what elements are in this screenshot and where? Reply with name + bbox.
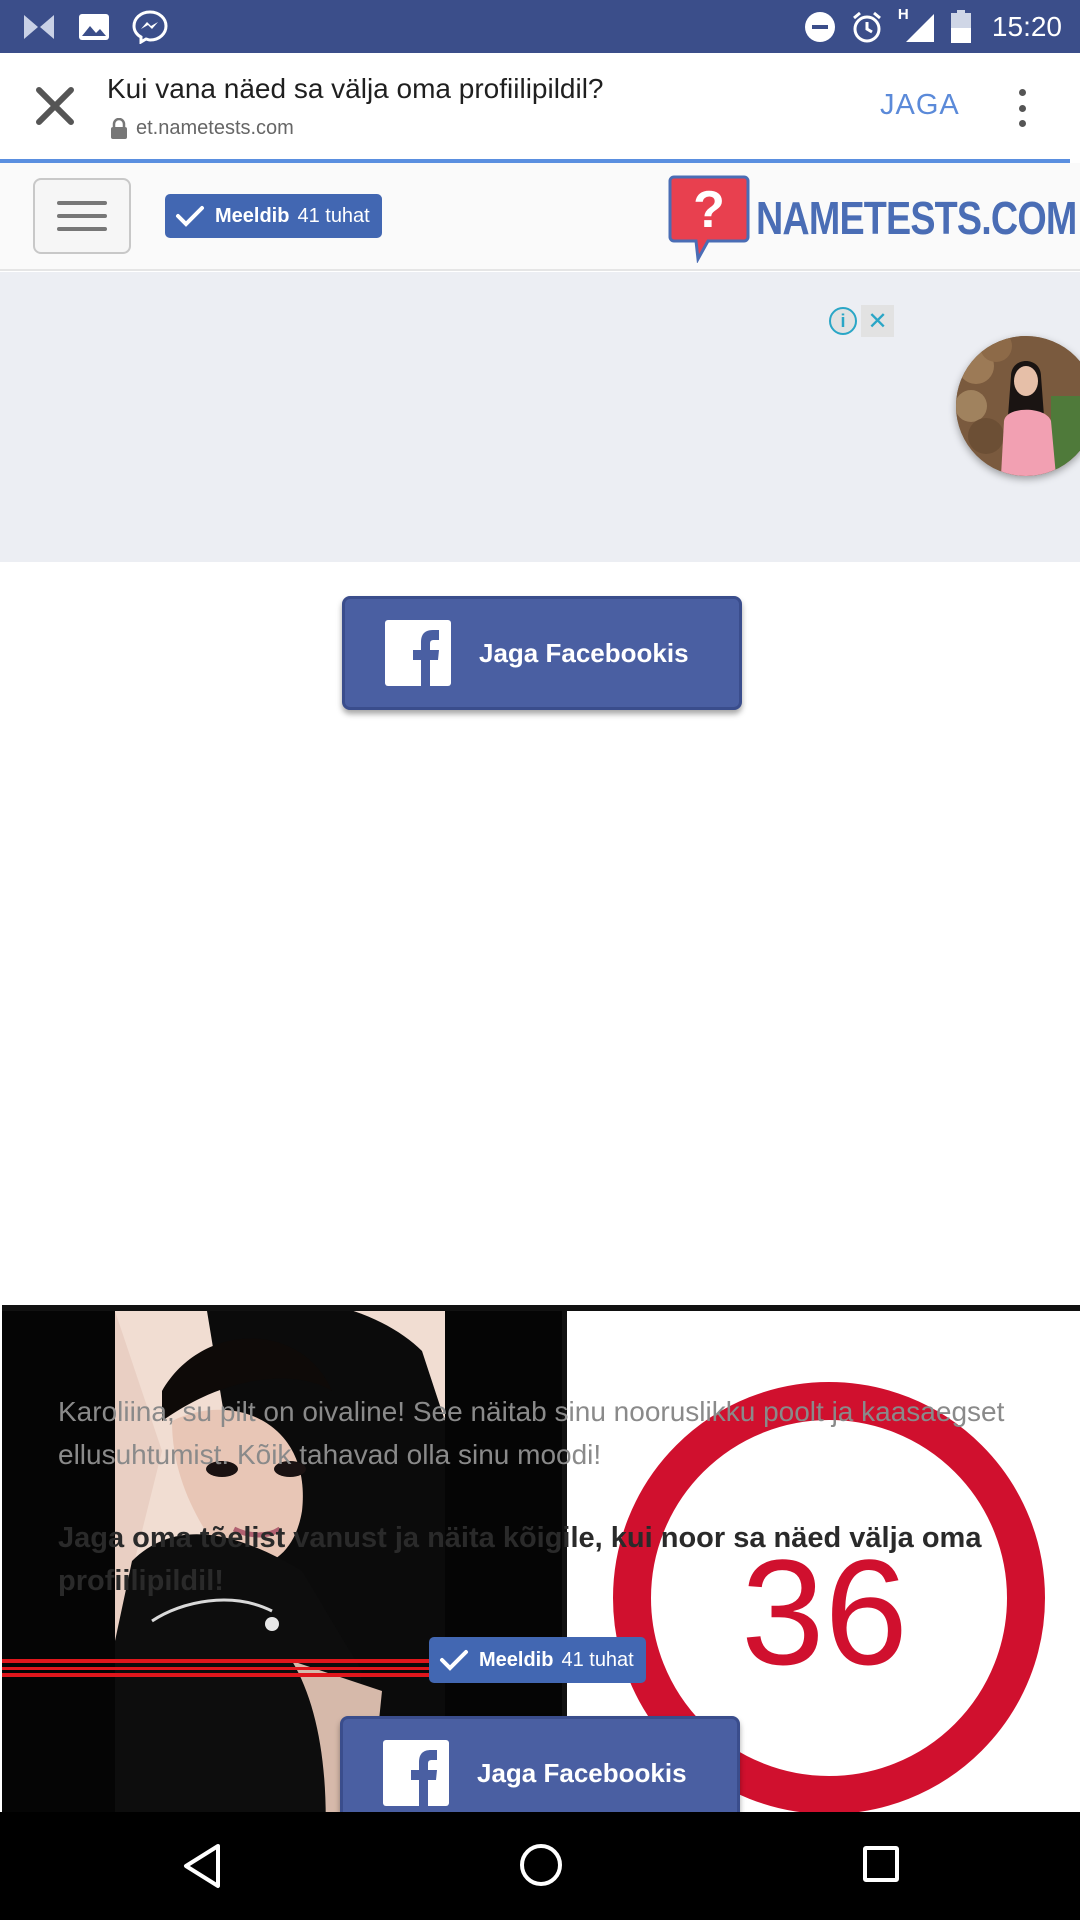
share-facebook-button[interactable]: Jaga Facebookis: [342, 596, 742, 710]
page-url: et.nametests.com: [110, 117, 294, 140]
logo-text: NAMETESTS.COM: [756, 192, 1077, 244]
hamburger-icon: [57, 201, 107, 205]
signal-icon: [905, 14, 934, 42]
recent-apps-icon[interactable]: [863, 1846, 899, 1882]
lock-icon: [111, 117, 127, 139]
url-text: et.nametests.com: [136, 117, 294, 139]
share-facebook-label: Jaga Facebookis: [477, 1757, 687, 1788]
avatar-photo: [956, 336, 1080, 476]
more-vert-icon: [1018, 89, 1026, 96]
like-label: Meeldib: [479, 1648, 554, 1671]
close-tab-button[interactable]: [30, 81, 80, 131]
menu-button[interactable]: [33, 178, 131, 254]
battery-icon: [950, 10, 971, 43]
do-not-disturb-icon: [804, 12, 835, 42]
alarm-icon: [852, 11, 881, 43]
facebook-like-button-2[interactable]: Meeldib 41 tuhat: [429, 1637, 646, 1683]
like-count: 41 tuhat: [297, 204, 370, 227]
facebook-icon: [383, 1740, 449, 1806]
like-label: Meeldib: [215, 204, 290, 227]
result-description: Karoliina, su pilt on oivaline! See näit…: [58, 1396, 1005, 1470]
like-count: 41 tuhat: [561, 1648, 634, 1671]
facebook-like-button[interactable]: Meeldib 41 tuhat: [165, 194, 382, 238]
close-icon: [36, 87, 74, 125]
site-header: Meeldib 41 tuhat ? NAMETESTS.COM: [0, 163, 1080, 271]
system-nav-bar: [0, 1812, 1080, 1920]
browser-tab-header: Kui vana näed sa välja oma profiilipildi…: [0, 53, 1080, 160]
result-card: Jaga Facebookis 36: [2, 562, 1080, 1888]
svg-text:?: ?: [693, 181, 725, 239]
status-bar: H 15:20: [0, 0, 1080, 53]
back-icon[interactable]: [180, 1842, 224, 1890]
check-icon: [176, 206, 204, 227]
floating-avatar[interactable]: [956, 336, 1080, 476]
question-bubble-icon: ?: [668, 175, 750, 263]
share-button[interactable]: JAGA: [880, 89, 960, 122]
nametests-logo[interactable]: ? NAMETESTS.COM: [668, 173, 1080, 263]
ad-close-icon[interactable]: ✕: [861, 305, 894, 337]
messenger-icon: [132, 10, 168, 44]
facebook-icon: [385, 620, 451, 686]
home-icon[interactable]: [520, 1844, 562, 1886]
share-call-to-action: Jaga oma tõelist vanust ja näita kõigile…: [58, 1522, 982, 1597]
page-title: Kui vana näed sa välja oma profiilipildi…: [107, 73, 604, 104]
signal-indicator: H: [898, 6, 936, 44]
gallery-icon: [79, 14, 109, 40]
share-facebook-label: Jaga Facebookis: [479, 637, 689, 668]
ad-info-icon[interactable]: i: [829, 307, 857, 335]
ad-area: i ✕: [0, 272, 1080, 562]
overflow-menu-button[interactable]: [1010, 83, 1034, 133]
app-notification-icon: [24, 15, 54, 39]
ad-choices: i ✕: [827, 305, 894, 337]
clock: 15:20: [991, 11, 1062, 42]
check-icon: [440, 1650, 468, 1671]
